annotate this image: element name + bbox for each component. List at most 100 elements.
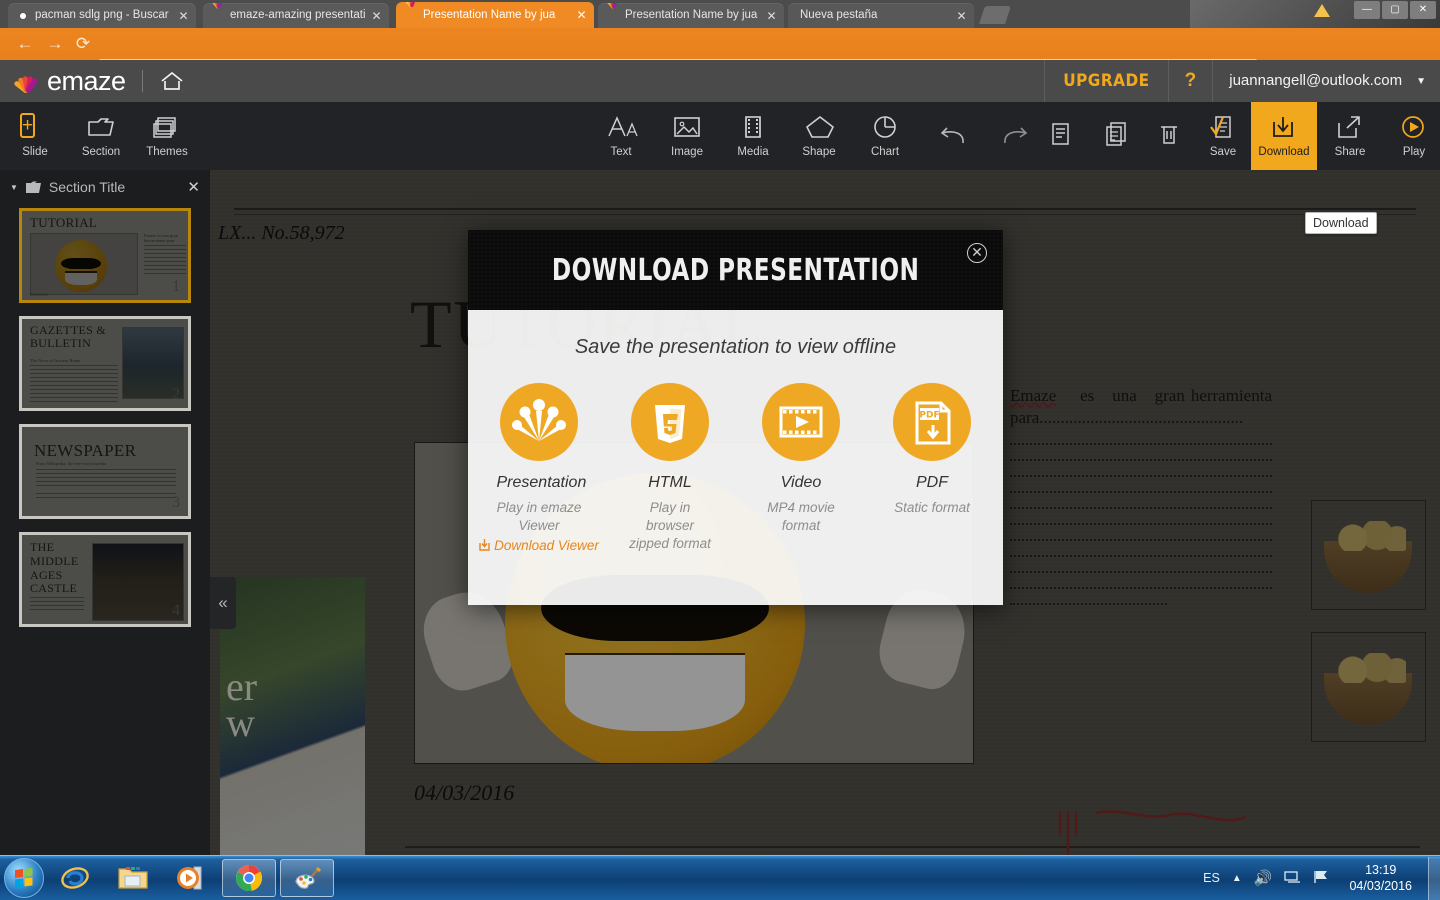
toolbar-label: Media	[737, 145, 769, 158]
toolbar-label: Shape	[802, 145, 836, 158]
toolbar-label: Slide	[22, 145, 48, 158]
taskbar-clock[interactable]: 13:19 04/03/2016	[1341, 862, 1420, 895]
download-presentation-modal: DOWNLOAD PRESENTATION ✕ Save the present…	[468, 230, 1003, 605]
tab-title: emaze-amazing presentati	[230, 9, 366, 21]
browser-tab-3[interactable]: Presentation Name by jua ✕	[598, 3, 784, 28]
toolbar-chart-button[interactable]: Chart	[852, 102, 918, 170]
toolbar-download-button[interactable]: Download	[1251, 102, 1317, 170]
slide-thumbnail-4[interactable]: THE MIDDLE AGES CASTLE 4	[19, 532, 191, 627]
toolbar-shape-button[interactable]: Shape	[786, 102, 852, 170]
thumbnail-dim-overlay	[22, 319, 188, 408]
toolbar-section-button[interactable]: Section	[68, 102, 134, 170]
close-icon[interactable]: ✕	[187, 178, 200, 196]
upgrade-button[interactable]: UPGRADE	[1044, 60, 1169, 102]
undo-icon	[940, 121, 970, 151]
slide-thumbnail-1[interactable]: TUTORIAL Emaze es una gran herramienta p…	[19, 208, 191, 303]
download-tooltip: Download	[1305, 212, 1377, 234]
clock-time: 13:19	[1365, 862, 1397, 877]
option-name: PDF	[916, 474, 948, 491]
modal-body: Save the presentation to view offline Pr…	[468, 310, 1003, 605]
language-indicator[interactable]: ES	[1203, 871, 1220, 885]
toolbar-image-button[interactable]: Image	[654, 102, 720, 170]
thumbnail-dim-overlay	[22, 211, 188, 300]
maximize-button[interactable]: ▢	[1382, 1, 1408, 19]
sidebar-collapse-button[interactable]: «	[210, 577, 236, 629]
browser-tab-0[interactable]: pacman sdlg png - Buscar ✕	[8, 3, 196, 28]
tab-title: Nueva pestaña	[800, 9, 878, 21]
toolbar-text-button[interactable]: Text	[588, 102, 654, 170]
option-name: HTML	[648, 474, 692, 491]
share-arrow-icon	[1335, 114, 1365, 144]
file-explorer-icon[interactable]	[106, 859, 160, 897]
folder-icon	[25, 181, 42, 194]
film-icon	[738, 114, 768, 144]
toolbar-play-button[interactable]: Play	[1381, 102, 1440, 170]
download-option-html[interactable]: HTML Play in browser zipped format	[628, 383, 713, 553]
download-option-video[interactable]: Video MP4 movie format	[759, 383, 844, 553]
slide-thumbnail-3[interactable]: NEWSPAPER From Wikipedia, the free encyc…	[19, 424, 191, 519]
emaze-peacock-icon	[500, 383, 578, 461]
document-icon	[1048, 121, 1078, 151]
back-button[interactable]: ←	[14, 33, 36, 55]
modal-header: DOWNLOAD PRESENTATION ✕	[468, 230, 1003, 310]
volume-icon[interactable]: 🔊	[1254, 869, 1273, 887]
start-orb-icon[interactable]	[4, 858, 44, 898]
pie-chart-icon	[870, 114, 900, 144]
image-icon	[672, 114, 702, 144]
tab-close-icon[interactable]: ✕	[177, 10, 190, 22]
toolbar-themes-button[interactable]: Themes	[134, 102, 200, 170]
paint-icon[interactable]	[280, 859, 334, 897]
network-icon[interactable]	[1284, 869, 1301, 887]
slide-thumbnail-2[interactable]: GAZETTES & BULLETIN The News of Ancient …	[19, 316, 191, 411]
toolbar-label: Save	[1209, 145, 1237, 158]
chevron-down-icon[interactable]: ▼	[1416, 76, 1440, 87]
emaze-peacock-icon	[12, 68, 42, 94]
browser-tab-4[interactable]: Nueva pestaña ✕	[788, 3, 974, 28]
browser-tab-2[interactable]: Presentation Name by jua ✕	[396, 2, 594, 28]
tab-title: pacman sdlg png - Buscar	[35, 9, 169, 21]
tab-close-icon[interactable]: ✕	[370, 10, 383, 22]
html5-shield-icon	[631, 383, 709, 461]
option-description: Play in emaze Viewer	[496, 500, 582, 533]
section-header[interactable]: ▼ Section Title ✕	[0, 170, 210, 204]
download-option-pdf[interactable]: PDF PDF Static format	[890, 383, 975, 553]
emaze-logo-text: emaze	[47, 65, 126, 96]
plus-square-icon: +	[20, 112, 36, 138]
tab-title: Presentation Name by jua	[423, 8, 556, 21]
download-icon	[1269, 114, 1299, 144]
window-controls: — ▢ ✕	[1354, 1, 1436, 19]
forward-button[interactable]: →	[44, 33, 66, 55]
tab-close-icon[interactable]: ✕	[765, 10, 778, 22]
browser-tab-1[interactable]: emaze-amazing presentati ✕	[203, 3, 389, 28]
action-center-icon[interactable]	[1313, 869, 1329, 887]
layers-icon	[152, 114, 182, 144]
toolbar-slide-button[interactable]: + Slide	[2, 102, 68, 170]
emaze-logo[interactable]: emaze	[0, 66, 126, 97]
new-tab-button[interactable]	[979, 6, 1011, 24]
close-icon[interactable]: ✕	[967, 243, 987, 263]
home-icon[interactable]	[159, 70, 185, 92]
tab-close-icon[interactable]: ✕	[955, 10, 968, 22]
google-chrome-icon[interactable]	[222, 859, 276, 897]
download-option-presentation[interactable]: Presentation Play in emaze Viewer Downlo…	[479, 383, 599, 553]
user-email-label[interactable]: juannangell@outlook.com	[1213, 60, 1416, 102]
internet-explorer-icon[interactable]	[48, 859, 102, 897]
minimize-button[interactable]: —	[1354, 1, 1380, 19]
app-header: emaze UPGRADE ? juannangell@outlook.com …	[0, 60, 1440, 102]
reload-button[interactable]: ⟳	[72, 33, 94, 55]
show-hidden-icon[interactable]: ▲	[1232, 873, 1242, 884]
editor-toolbar: + Slide Section Themes Text Image Media …	[0, 102, 1440, 170]
toolbar-media-button[interactable]: Media	[720, 102, 786, 170]
help-button[interactable]: ?	[1169, 60, 1214, 102]
duplicate-icon	[1103, 121, 1133, 151]
toolbar-label: Share	[1334, 145, 1366, 158]
toolbar-save-button[interactable]: Save	[1190, 102, 1256, 170]
media-player-icon[interactable]	[164, 859, 218, 897]
close-window-button[interactable]: ✕	[1410, 1, 1436, 19]
toolbar-share-button[interactable]: Share	[1317, 102, 1383, 170]
download-viewer-link[interactable]: Download Viewer	[479, 538, 599, 553]
option-name: Presentation	[496, 474, 587, 491]
tab-close-icon[interactable]: ✕	[575, 9, 588, 21]
show-desktop-button[interactable]	[1428, 856, 1440, 900]
chevron-down-icon[interactable]: ▼	[10, 183, 18, 192]
